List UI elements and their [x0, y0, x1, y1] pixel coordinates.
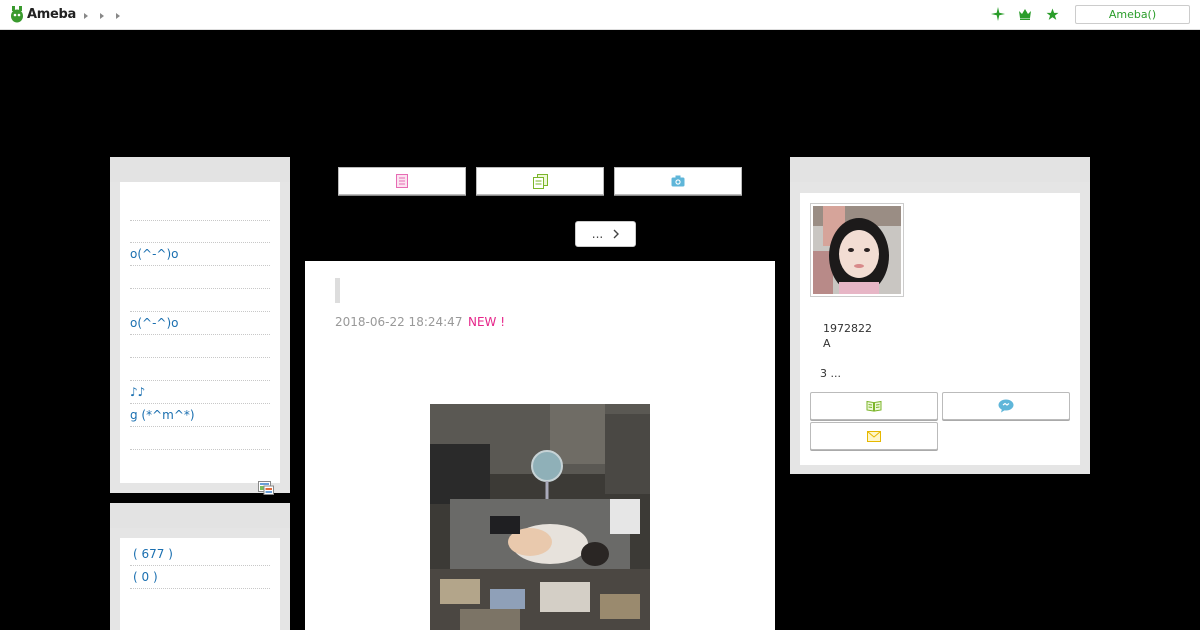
login-button[interactable]: Ameba()	[1075, 5, 1190, 24]
nav-button-memo[interactable]	[338, 167, 466, 195]
article-photo[interactable]	[430, 404, 650, 630]
avatar-image	[813, 206, 901, 294]
article: 2018-06-22 18:24:47 NEW !	[305, 261, 775, 630]
breadcrumb-arrow-icon[interactable]	[100, 13, 104, 19]
profile-more-link[interactable]: 3 ...	[820, 367, 841, 380]
message-button[interactable]	[942, 392, 1070, 420]
book-icon	[866, 400, 882, 412]
sidebar-box-body: ( 677 ) ( 0 )	[120, 538, 280, 630]
camera-icon	[671, 175, 685, 187]
list-item[interactable]	[130, 427, 270, 450]
top-bar: Ameba Ameba()	[0, 0, 1200, 30]
mail-icon	[867, 430, 881, 442]
read-blog-button[interactable]	[810, 392, 938, 420]
nav-button-copy[interactable]	[476, 167, 604, 195]
ameba-logo[interactable]: Ameba	[10, 5, 76, 23]
rss-feed-icon[interactable]	[258, 481, 274, 495]
list-item[interactable]	[130, 358, 270, 381]
list-item[interactable]	[130, 289, 270, 312]
sidebar-box-body: o(^-^)o o(^-^)o ♪♪ g (*^m^*)	[120, 182, 280, 495]
more-button-label: ...	[591, 227, 604, 241]
list-item[interactable]: ( 677 )	[130, 543, 270, 566]
profile-id: 1972822	[823, 322, 872, 335]
sidebar-box-header	[110, 503, 290, 528]
breadcrumb-arrow-icon[interactable]	[116, 13, 120, 19]
mail-button[interactable]	[810, 422, 938, 450]
top-icons	[990, 6, 1060, 22]
list-item[interactable]	[130, 220, 270, 243]
sidebar-theme-box: ( 677 ) ( 0 )	[110, 503, 290, 630]
logo-text: Ameba	[27, 6, 77, 22]
list-item[interactable]: ( 0 )	[130, 566, 270, 589]
photo-image	[430, 404, 650, 630]
sidebar-box-header	[110, 157, 290, 182]
chat-icon	[998, 399, 1014, 413]
link-list: o(^-^)o o(^-^)o ♪♪ g (*^m^*)	[130, 220, 270, 450]
post-date: 2018-06-22 18:24:47	[335, 315, 463, 329]
crown-icon[interactable]	[1017, 6, 1033, 22]
list-item[interactable]	[130, 335, 270, 358]
avatar[interactable]	[810, 203, 904, 297]
profile-line: A	[823, 337, 831, 350]
article-title-marker	[335, 278, 340, 303]
profile-box-header	[790, 157, 1090, 182]
list-item[interactable]: o(^-^)o	[130, 243, 270, 266]
breadcrumb	[84, 9, 120, 19]
copy-icon	[532, 173, 548, 189]
new-badge: NEW !	[468, 315, 506, 329]
ameba-pig-icon	[11, 6, 23, 23]
list-item[interactable]: ♪♪	[130, 381, 270, 404]
list-item[interactable]: g (*^m^*)	[130, 404, 270, 427]
memo-icon	[396, 174, 408, 188]
profile-box-body: 1972822 A 3 ...	[800, 193, 1080, 465]
nav-button-photo[interactable]	[614, 167, 742, 195]
sidebar-links-box: o(^-^)o o(^-^)o ♪♪ g (*^m^*)	[110, 157, 290, 495]
list-item[interactable]: o(^-^)o	[130, 312, 270, 335]
list-item[interactable]	[130, 266, 270, 289]
profile-box: 1972822 A 3 ...	[790, 157, 1090, 474]
star-icon[interactable]	[1044, 6, 1060, 22]
sparkle-icon[interactable]	[990, 6, 1006, 22]
breadcrumb-arrow-icon[interactable]	[84, 13, 88, 19]
theme-list: ( 677 ) ( 0 )	[130, 543, 270, 589]
chevron-right-icon	[613, 229, 620, 239]
more-button[interactable]: ...	[575, 221, 636, 247]
